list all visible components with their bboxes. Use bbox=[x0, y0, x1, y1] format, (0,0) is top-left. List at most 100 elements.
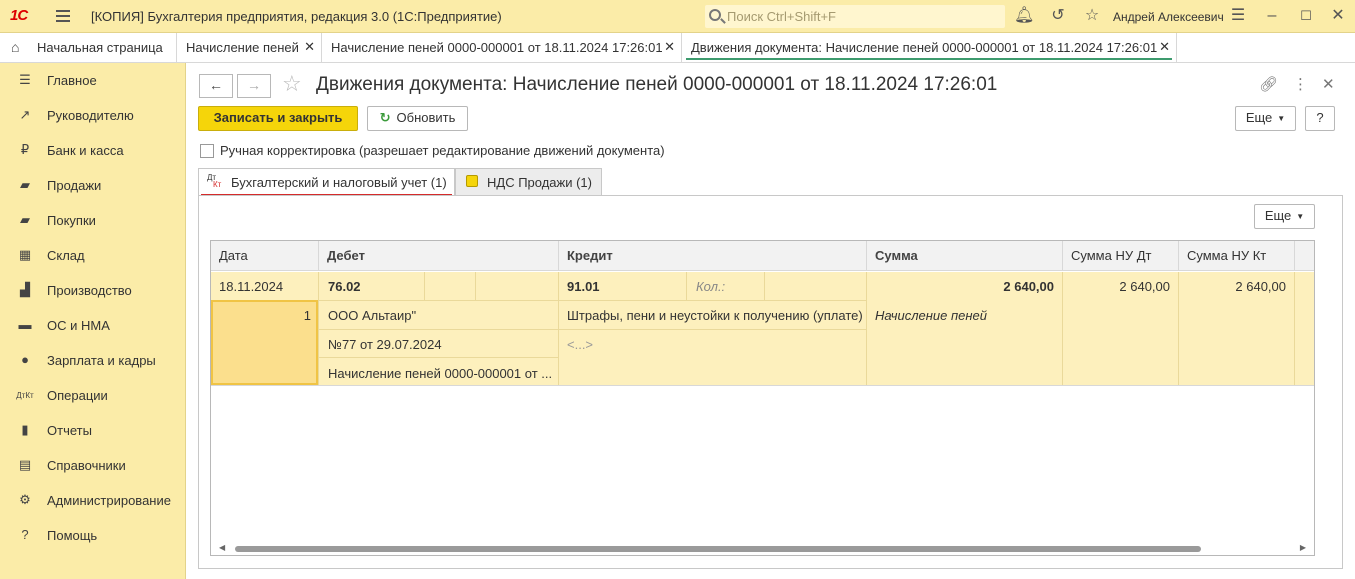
sidebar-item-admin[interactable]: ⚙ Администрирование bbox=[0, 488, 186, 516]
grid-more-button[interactable]: Еще ▼ bbox=[1254, 204, 1315, 229]
close-form-icon[interactable]: ✕ bbox=[1322, 75, 1335, 93]
favorite-star-icon[interactable]: ☆ bbox=[282, 71, 302, 97]
tab-penalty-document[interactable]: Начисление пеней 0000-000001 от 18.11.20… bbox=[322, 33, 682, 62]
cell-debit-subconto-1[interactable]: ООО Альтаир" bbox=[328, 308, 554, 323]
dropdown-arrow-icon: ▼ bbox=[1296, 211, 1305, 221]
tab-close-icon[interactable]: ✕ bbox=[664, 39, 675, 55]
more-label: Еще bbox=[1245, 110, 1273, 125]
open-windows-bar: ⌂ Начальная страница Начисление пеней ✕ … bbox=[0, 33, 1355, 63]
sidebar-item-fixed-assets[interactable]: ▬ ОС и НМА bbox=[0, 313, 186, 341]
cell-credit-subconto-1[interactable]: Штрафы, пени и неустойки к получению (уп… bbox=[567, 308, 863, 323]
refresh-button[interactable]: ↻ Обновить bbox=[367, 106, 468, 131]
manual-edit-label[interactable]: Ручная корректировка (разрешает редактир… bbox=[220, 143, 665, 158]
divider bbox=[686, 272, 687, 300]
cell-debit-subconto-2[interactable]: №77 от 29.07.2024 bbox=[328, 337, 554, 352]
column-header-label: Кредит bbox=[567, 248, 613, 263]
sidebar-item-warehouse[interactable]: ▦ Склад bbox=[0, 243, 186, 271]
cell-debit-subconto-3[interactable]: Начисление пеней 0000-000001 от ... bbox=[328, 366, 554, 381]
cell-row-number[interactable]: 1 bbox=[291, 308, 311, 323]
bell-icon[interactable]: 🔔︎ bbox=[1014, 7, 1034, 25]
dropdown-arrow-icon: ▼ bbox=[1277, 113, 1286, 123]
dt-kt-icon: ДтКт bbox=[207, 173, 222, 189]
maximize-icon[interactable]: ☐ bbox=[1296, 7, 1316, 25]
tab-accounting[interactable]: Дт Кт Бухгалтерский и налоговый учет (1) bbox=[198, 168, 455, 196]
column-header-amount-nu-kt[interactable]: Сумма НУ Кт bbox=[1179, 241, 1295, 271]
back-button[interactable]: ← bbox=[199, 74, 233, 98]
column-header-label: Сумма НУ Дт bbox=[1071, 248, 1152, 263]
scroll-left-icon[interactable]: ◀ bbox=[219, 543, 225, 552]
minimize-icon[interactable]: – bbox=[1262, 7, 1282, 25]
grid-more-label: Еще bbox=[1264, 208, 1292, 223]
cell-amount-nu-kt[interactable]: 2 640,00 bbox=[1187, 279, 1286, 294]
help-button[interactable]: ? bbox=[1305, 106, 1335, 131]
tab-label: Начисление пеней 0000-000001 от 18.11.20… bbox=[331, 40, 663, 55]
cell-credit-account[interactable]: 91.01 bbox=[567, 279, 600, 294]
cell-date[interactable]: 18.11.2024 bbox=[219, 279, 283, 294]
column-header-amount-nu-dt[interactable]: Сумма НУ Дт bbox=[1063, 241, 1179, 271]
bar-chart-icon: ▮ bbox=[21, 422, 29, 437]
cart-icon: ▰ bbox=[20, 212, 30, 227]
history-icon[interactable]: ↺ bbox=[1048, 7, 1068, 25]
more-button[interactable]: Еще ▼ bbox=[1235, 106, 1296, 131]
page-title: Движения документа: Начисление пеней 000… bbox=[316, 74, 998, 95]
horizontal-scrollbar[interactable]: ◀ ▶ bbox=[211, 541, 1314, 555]
sidebar-item-sales[interactable]: ▰ Продажи bbox=[0, 173, 186, 201]
search-input[interactable]: Поиск Ctrl+Shift+F bbox=[705, 5, 1005, 28]
trend-icon: ↗ bbox=[19, 107, 31, 122]
divider bbox=[1062, 272, 1063, 385]
settings-icon[interactable]: ☰ bbox=[1228, 7, 1248, 25]
sidebar-item-label: Покупки bbox=[47, 213, 96, 228]
sidebar-item-help[interactable]: ? Помощь bbox=[0, 523, 186, 551]
movements-grid[interactable]: Дата Дебет Кредит Сумма Сумма НУ Дт Сумм… bbox=[210, 240, 1315, 556]
user-name[interactable]: Андрей Алексеевич bbox=[1113, 10, 1224, 24]
sidebar-item-reports[interactable]: ▮ Отчеты bbox=[0, 418, 186, 446]
cell-quantity-label: Кол.: bbox=[696, 279, 726, 294]
cell-debit-account[interactable]: 76.02 bbox=[328, 279, 361, 294]
tab-penalty-list[interactable]: Начисление пеней ✕ bbox=[177, 33, 322, 62]
sidebar-item-label: Руководителю bbox=[47, 108, 134, 123]
close-icon[interactable]: ✕ bbox=[1328, 7, 1348, 25]
column-header-date[interactable]: Дата bbox=[211, 241, 319, 271]
cell-credit-subconto-2[interactable]: <...> bbox=[567, 337, 593, 352]
sidebar-item-manager[interactable]: ↗ Руководителю bbox=[0, 103, 186, 131]
tab-vat-sales[interactable]: НДС Продажи (1) bbox=[455, 168, 602, 195]
factory-icon: ▟ bbox=[20, 282, 30, 297]
search-icon bbox=[709, 9, 721, 21]
link-icon[interactable]: 🔗︎ bbox=[1259, 75, 1278, 93]
tab-close-icon[interactable]: ✕ bbox=[304, 39, 315, 55]
cell-amount[interactable]: 2 640,00 bbox=[875, 279, 1054, 294]
star-icon[interactable]: ☆ bbox=[1082, 7, 1102, 25]
sidebar-item-label: ОС и НМА bbox=[47, 318, 110, 333]
main-menu-icon[interactable] bbox=[56, 10, 70, 22]
manual-edit-checkbox[interactable] bbox=[200, 144, 214, 158]
sidebar-item-main[interactable]: ☰ Главное bbox=[0, 68, 186, 96]
menu-icon: ☰ bbox=[19, 72, 31, 87]
column-header-debit[interactable]: Дебет bbox=[319, 241, 559, 271]
column-header-amount[interactable]: Сумма bbox=[867, 241, 1063, 271]
help-icon: ? bbox=[21, 527, 29, 542]
app-title: [КОПИЯ] Бухгалтерия предприятия, редакци… bbox=[91, 9, 502, 24]
column-header-label: Дата bbox=[219, 248, 248, 263]
sidebar-item-salary[interactable]: ● Зарплата и кадры bbox=[0, 348, 186, 376]
tab-home[interactable]: ⌂ Начальная страница bbox=[0, 33, 177, 62]
cell-content[interactable]: Начисление пеней bbox=[875, 308, 987, 323]
sidebar-item-production[interactable]: ▟ Производство bbox=[0, 278, 186, 306]
divider bbox=[475, 272, 476, 300]
tab-document-movements[interactable]: Движения документа: Начисление пеней 000… bbox=[682, 33, 1177, 62]
more-vertical-icon[interactable]: ⋮ bbox=[1293, 75, 1308, 93]
sidebar-item-catalogs[interactable]: ▤ Справочники bbox=[0, 453, 186, 481]
forward-button[interactable]: → bbox=[237, 74, 271, 98]
cell-amount-nu-dt[interactable]: 2 640,00 bbox=[1071, 279, 1170, 294]
tab-close-icon[interactable]: ✕ bbox=[1159, 39, 1170, 55]
divider bbox=[319, 329, 867, 330]
main-content: ← → ☆ Движения документа: Начисление пен… bbox=[186, 63, 1355, 579]
save-and-close-button[interactable]: Записать и закрыть bbox=[198, 106, 358, 131]
sidebar-item-operations[interactable]: ДтКт Операции bbox=[0, 383, 186, 411]
divider bbox=[211, 385, 1314, 386]
sidebar-item-purchases[interactable]: ▰ Покупки bbox=[0, 208, 186, 236]
scrollbar-thumb[interactable] bbox=[235, 546, 1201, 552]
scroll-right-icon[interactable]: ▶ bbox=[1300, 543, 1306, 552]
sidebar-item-label: Справочники bbox=[47, 458, 126, 473]
column-header-credit[interactable]: Кредит bbox=[559, 241, 867, 271]
sidebar-item-bank[interactable]: ₽ Банк и касса bbox=[0, 138, 186, 166]
